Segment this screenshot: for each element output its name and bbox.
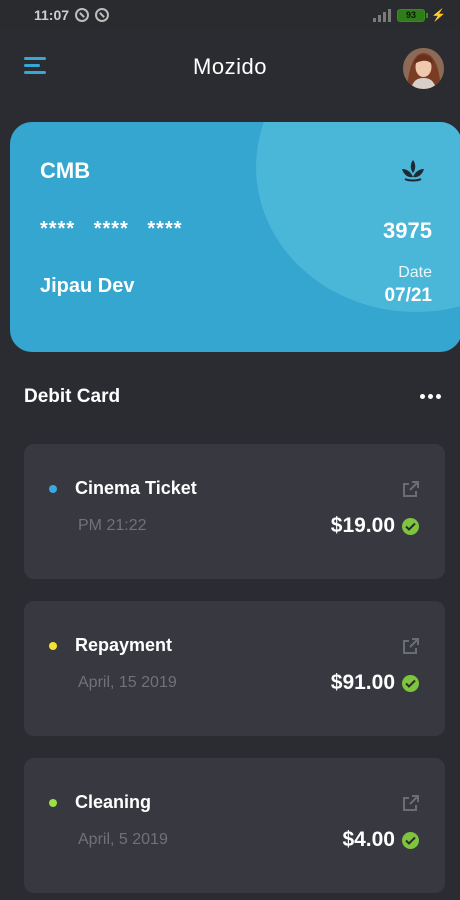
transaction-subtitle: April, 15 2019 bbox=[78, 674, 177, 691]
lotus-logo-icon bbox=[402, 160, 424, 182]
avatar[interactable] bbox=[403, 48, 444, 89]
card-holder-name: Jipau Dev bbox=[40, 275, 135, 297]
transaction-item[interactable]: Cinema Ticket PM 21:22 $19.00 bbox=[24, 444, 445, 579]
card-last-four: 3975 bbox=[383, 218, 432, 243]
transaction-amount: $19.00 bbox=[330, 514, 395, 537]
app-bar: Mozido bbox=[0, 40, 460, 96]
transaction-subtitle: PM 21:22 bbox=[78, 517, 147, 534]
battery-level: 93 bbox=[406, 10, 417, 20]
transaction-subtitle: April, 5 2019 bbox=[78, 831, 168, 848]
transaction-title: Cinema Ticket bbox=[75, 478, 197, 498]
check-circle-icon bbox=[402, 832, 419, 849]
transaction-item[interactable]: Cleaning April, 5 2019 $4.00 bbox=[24, 758, 445, 893]
status-left: 11:07 bbox=[34, 7, 110, 23]
transaction-title: Repayment bbox=[75, 635, 173, 655]
external-link-icon[interactable] bbox=[402, 637, 420, 655]
transaction-item[interactable]: Repayment April, 15 2019 $91.00 bbox=[24, 601, 445, 736]
status-dot bbox=[49, 485, 57, 493]
card-date-label: Date bbox=[398, 264, 432, 281]
check-circle-icon bbox=[402, 675, 419, 692]
card-number-masked: **** **** **** bbox=[40, 218, 183, 240]
check-circle-icon bbox=[402, 518, 419, 535]
battery-icon: 93 bbox=[397, 8, 429, 22]
transaction-title: Cleaning bbox=[75, 792, 152, 812]
card-bank: CMB bbox=[40, 158, 91, 183]
external-link-icon[interactable] bbox=[402, 480, 420, 498]
more-options-icon[interactable] bbox=[420, 394, 444, 402]
section-title: Debit Card bbox=[24, 386, 121, 407]
status-dot bbox=[49, 799, 57, 807]
avatar-image bbox=[403, 48, 444, 89]
status-dot bbox=[49, 642, 57, 650]
status-bar: 11:07 93 ⚡ bbox=[0, 0, 460, 30]
card-glow bbox=[256, 122, 460, 312]
transaction-amount: $4.00 bbox=[342, 828, 395, 851]
sync-icon bbox=[95, 8, 110, 22]
card-expiry-date: 07/21 bbox=[384, 285, 432, 306]
transaction-amount: $91.00 bbox=[330, 671, 395, 694]
dnd-icon bbox=[75, 8, 90, 22]
external-link-icon[interactable] bbox=[402, 794, 420, 812]
status-time: 11:07 bbox=[34, 7, 70, 23]
charging-icon: ⚡ bbox=[431, 8, 446, 22]
signal-icon bbox=[373, 8, 392, 22]
app-title: Mozido bbox=[193, 54, 267, 79]
debit-card[interactable]: CMB **** **** **** 3975 Jipau Dev Date 0… bbox=[10, 122, 460, 352]
status-right: 93 ⚡ bbox=[373, 8, 446, 22]
